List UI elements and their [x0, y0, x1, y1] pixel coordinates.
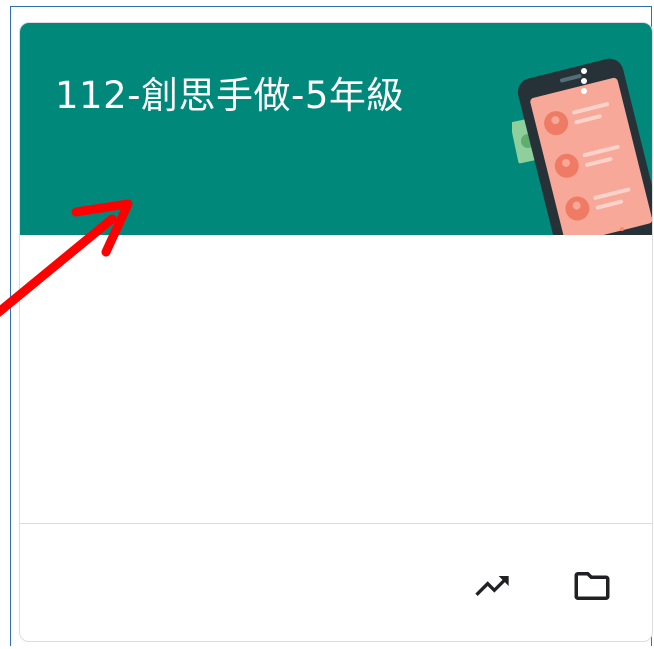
- class-card[interactable]: 112-創思手做-5年級: [19, 22, 653, 642]
- trending-up-icon: [475, 576, 509, 596]
- card-header[interactable]: 112-創思手做-5年級: [20, 23, 652, 235]
- phone-illustration: [512, 58, 652, 235]
- card-footer: [20, 523, 652, 641]
- trending-up-button[interactable]: [468, 562, 516, 610]
- folder-icon: [574, 572, 610, 600]
- card-body[interactable]: [20, 235, 652, 523]
- more-vert-icon: [581, 68, 587, 94]
- folder-button[interactable]: [568, 562, 616, 610]
- class-title[interactable]: 112-創思手做-5年級: [55, 65, 404, 119]
